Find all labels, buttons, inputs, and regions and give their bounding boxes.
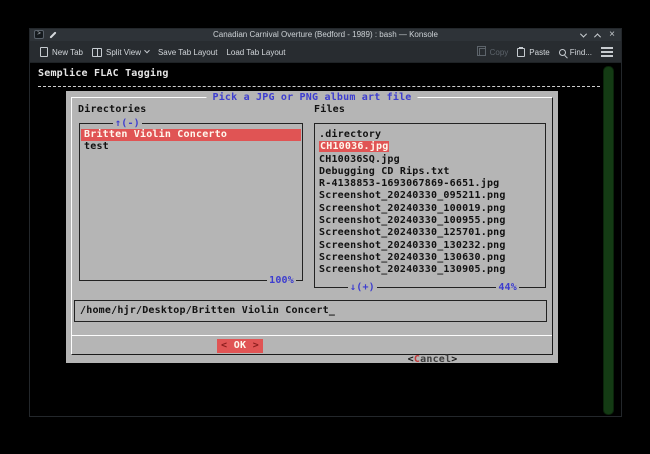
directories-scroll-percent: 100% xyxy=(267,274,296,287)
screen: > Canadian Carnival Overture (Bedford - … xyxy=(0,0,650,454)
konsole-window: > Canadian Carnival Overture (Bedford - … xyxy=(29,28,622,417)
list-item[interactable]: Screenshot_20240330_125701.png xyxy=(316,227,544,239)
new-tab-button[interactable]: New Tab xyxy=(40,47,83,57)
list-item[interactable]: Debugging CD Rips.txt xyxy=(316,166,544,178)
list-item[interactable]: .directory xyxy=(316,129,544,141)
file-picker-dialog: Pick a JPG or PNG album art file Directo… xyxy=(66,91,558,363)
path-input[interactable]: /home/hjr/Desktop/Britten Violin Concert… xyxy=(74,300,547,322)
toolbar: New Tab Split View Save Tab Layout Load … xyxy=(30,41,621,63)
scroll-down-indicator[interactable]: ↓(+) xyxy=(348,281,377,294)
list-item[interactable]: CH10036SQ.jpg xyxy=(316,154,544,166)
path-value: /home/hjr/Desktop/Britten Violin Concert xyxy=(80,301,329,321)
list-item[interactable]: Britten Violin Concerto xyxy=(81,129,301,141)
files-scroll-percent: 44% xyxy=(496,281,519,294)
list-item[interactable]: Screenshot_20240330_100019.png xyxy=(316,203,544,215)
list-item[interactable]: Screenshot_20240330_100955.png xyxy=(316,215,544,227)
paste-button[interactable]: Paste xyxy=(517,48,549,57)
button-separator xyxy=(72,335,552,336)
close-button[interactable]: × xyxy=(609,30,615,40)
files-label: Files xyxy=(314,103,345,116)
text-cursor: _ xyxy=(329,301,335,321)
hamburger-menu-icon[interactable] xyxy=(601,51,613,53)
directories-listbox: ↑(-) Britten Violin Concerto test 100% xyxy=(79,123,303,281)
list-item[interactable]: R-4138853-1693067869-6651.jpg xyxy=(316,178,544,190)
split-view-button[interactable]: Split View xyxy=(92,48,149,57)
cancel-button[interactable]: <Cancel> xyxy=(333,339,457,353)
directories-label: Directories xyxy=(78,103,146,116)
heading-underline xyxy=(38,86,600,87)
app-heading: Semplice FLAC Tagging xyxy=(38,67,169,80)
window-title: Canadian Carnival Overture (Bedford - 19… xyxy=(30,30,621,39)
find-button[interactable]: Find... xyxy=(559,48,592,57)
dialog-title: Pick a JPG or PNG album art file xyxy=(206,91,417,104)
titlebar: > Canadian Carnival Overture (Bedford - … xyxy=(30,29,621,41)
paste-icon xyxy=(517,48,525,57)
save-tab-layout-button[interactable]: Save Tab Layout xyxy=(158,48,217,57)
ok-button[interactable]: < OK > xyxy=(217,339,263,353)
list-item[interactable]: CH10036.jpg xyxy=(316,141,544,153)
terminal-area[interactable]: Semplice FLAC Tagging Pick a JPG or PNG … xyxy=(30,64,621,416)
list-item[interactable]: Screenshot_20240330_095211.png xyxy=(316,190,544,202)
copy-icon xyxy=(479,48,486,56)
list-item[interactable]: Screenshot_20240330_130232.png xyxy=(316,240,544,252)
search-icon xyxy=(559,49,566,56)
list-item[interactable]: Screenshot_20240330_130905.png xyxy=(316,264,544,276)
files-listbox: .directory CH10036.jpg CH10036SQ.jpg Deb… xyxy=(314,123,546,288)
maximize-button[interactable] xyxy=(594,33,601,40)
list-item[interactable]: Screenshot_20240330_130630.png xyxy=(316,252,544,264)
copy-button[interactable]: Copy xyxy=(479,48,509,57)
new-tab-icon xyxy=(40,47,48,57)
terminal-scrollbar[interactable] xyxy=(603,66,614,415)
load-tab-layout-button[interactable]: Load Tab Layout xyxy=(226,48,285,57)
minimize-button[interactable] xyxy=(580,30,587,37)
chevron-down-icon xyxy=(144,48,150,54)
split-view-icon xyxy=(92,48,102,57)
selected-file[interactable]: CH10036.jpg xyxy=(319,141,389,152)
list-item[interactable]: test xyxy=(81,141,301,153)
